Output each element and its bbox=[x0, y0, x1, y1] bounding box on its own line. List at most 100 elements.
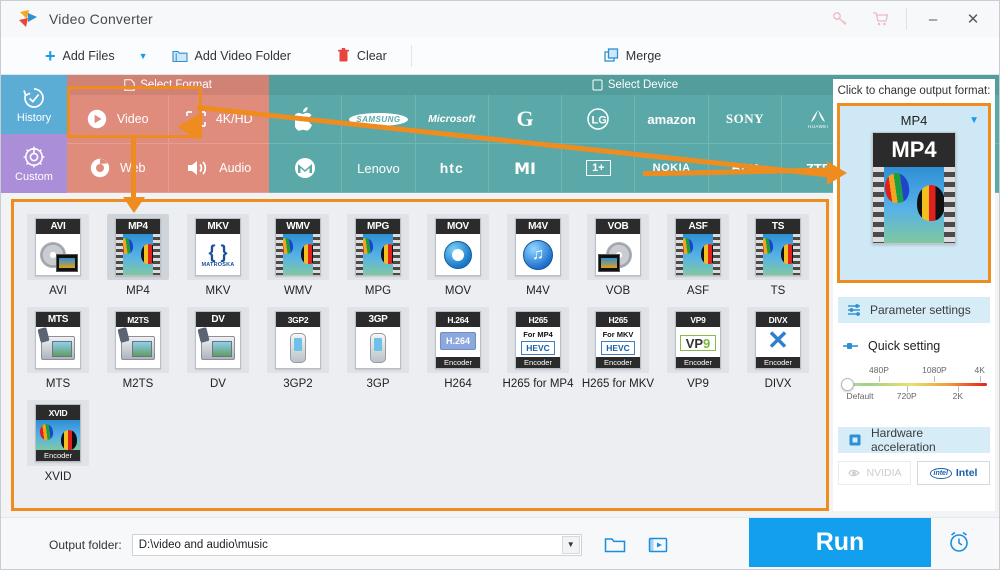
clear-label: Clear bbox=[356, 48, 387, 63]
format-caption: MP4 bbox=[126, 285, 150, 297]
format-badge: ASF bbox=[676, 219, 720, 234]
add-video-folder-label: Add Video Folder bbox=[194, 48, 291, 63]
format-item-h264[interactable]: H.264 H.264 Encoder H264 bbox=[418, 303, 498, 390]
format-item-mpg[interactable]: MPG MPG bbox=[338, 210, 418, 297]
format-tile-audio[interactable]: Audio bbox=[168, 144, 269, 193]
folder-icon[interactable] bbox=[604, 536, 626, 554]
format-item-3gp2[interactable]: 3GP2 3GP2 bbox=[258, 303, 338, 390]
add-files-button[interactable]: + Add Files bbox=[35, 37, 125, 75]
device-brand-google[interactable]: G bbox=[488, 95, 563, 144]
encoder-label: Encoder bbox=[36, 450, 80, 461]
format-tile-video-label: Video bbox=[116, 112, 149, 126]
quality-slider[interactable]: 480P 1080P 4K Default 720P 2K bbox=[841, 365, 987, 411]
format-item-3gp[interactable]: 3GP 3GP bbox=[338, 303, 418, 390]
device-brand-xiaomi[interactable]: MI bbox=[488, 144, 563, 193]
add-files-dropdown-caret[interactable]: ▼ bbox=[125, 51, 162, 61]
intel-icon: intel bbox=[929, 467, 952, 479]
key-icon[interactable] bbox=[820, 1, 860, 37]
intel-accelerator-button[interactable]: intel Intel bbox=[917, 461, 990, 485]
hevc-for-label: For MKV bbox=[602, 329, 634, 339]
run-button[interactable]: Run bbox=[749, 518, 931, 567]
slider-knob[interactable] bbox=[841, 378, 854, 391]
output-format-row[interactable]: MP4 ▼ bbox=[840, 106, 988, 132]
slider-top-labels: 480P 1080P 4K bbox=[841, 365, 987, 377]
format-item-mov[interactable]: MOV MOV bbox=[418, 210, 498, 297]
output-folder-dropdown-caret[interactable]: ▼ bbox=[561, 535, 580, 554]
device-brand-motorola[interactable] bbox=[269, 144, 343, 193]
format-item-xvid[interactable]: XVID Encoder XVID bbox=[18, 396, 98, 483]
output-folder-input[interactable]: D:\video and audio\music ▼ bbox=[131, 533, 582, 556]
device-brand-lg[interactable]: LG bbox=[562, 95, 636, 144]
format-tile-video[interactable]: Video bbox=[67, 95, 169, 144]
nvidia-icon bbox=[847, 468, 862, 478]
parameter-settings-button[interactable]: Parameter settings bbox=[838, 297, 990, 323]
device-brand-sony[interactable]: SONY bbox=[708, 95, 783, 144]
format-item-wmv[interactable]: WMV WMV bbox=[258, 210, 338, 297]
slider-track[interactable] bbox=[841, 383, 987, 386]
device-brand-amazon[interactable]: amazon bbox=[635, 95, 709, 144]
format-item-ts[interactable]: TS TS bbox=[738, 210, 818, 297]
format-tile-web-label: Web bbox=[120, 161, 146, 175]
output-format-preview-label: MP4 bbox=[873, 133, 955, 167]
select-device-title: Select Device bbox=[607, 79, 679, 91]
format-item-m4v[interactable]: M4V ♫ M4V bbox=[498, 210, 578, 297]
sliders-icon bbox=[847, 303, 863, 317]
sidebar-item-custom[interactable]: Custom bbox=[1, 134, 67, 193]
close-button[interactable]: ✕ bbox=[953, 1, 993, 37]
merge-button[interactable]: Merge bbox=[594, 37, 671, 75]
format-caption: DIVX bbox=[764, 378, 792, 390]
output-format-card[interactable]: MP4 ▼ MP4 bbox=[837, 103, 991, 283]
format-item-h265-mp4[interactable]: H265 For MP4 HEVC Encoder H265 for MP4 bbox=[498, 303, 578, 390]
chevron-down-icon[interactable]: ▼ bbox=[969, 115, 979, 126]
title-bar-controls: – ✕ bbox=[820, 1, 999, 37]
device-brand-lenovo[interactable]: Lenovo bbox=[342, 144, 416, 193]
format-item-avi[interactable]: AVI AVI bbox=[18, 210, 98, 297]
alarm-clock-icon[interactable] bbox=[947, 530, 971, 554]
left-mode-sidebar: History Custom bbox=[1, 75, 67, 193]
device-brand-oneplus[interactable]: 1+ bbox=[562, 144, 636, 193]
format-item-vob[interactable]: VOB VOB bbox=[578, 210, 658, 297]
hardware-acceleration-button[interactable]: Hardware acceleration bbox=[838, 426, 990, 454]
device-brand-apple[interactable] bbox=[269, 95, 343, 144]
format-item-m2ts[interactable]: M2TS M2TS bbox=[98, 303, 178, 390]
oneplus-icon: 1+ bbox=[586, 160, 611, 176]
format-item-mp4[interactable]: MP4 MP4 bbox=[98, 210, 178, 297]
format-item-mkv[interactable]: MKV { } MATROSKA MKV bbox=[178, 210, 258, 297]
slider-handle-icon bbox=[842, 341, 860, 351]
format-caption: 3GP bbox=[366, 378, 390, 390]
format-badge: TS bbox=[756, 219, 800, 234]
minimize-button[interactable]: – bbox=[913, 1, 953, 37]
device-brand-blu[interactable]: BLU bbox=[708, 144, 783, 193]
sidebar-item-history[interactable]: History bbox=[1, 75, 67, 134]
format-tile-row-2: Web Audio bbox=[67, 144, 269, 193]
format-item-h265-mkv[interactable]: H265 For MKV HEVC Encoder H265 for MKV bbox=[578, 303, 658, 390]
device-brand-htc[interactable]: htc bbox=[415, 144, 489, 193]
folder-plus-icon bbox=[171, 49, 188, 63]
cart-icon[interactable] bbox=[860, 1, 900, 37]
format-tile-4k-hd[interactable]: 4K/HD bbox=[168, 95, 269, 144]
format-caption: WMV bbox=[283, 285, 313, 297]
clear-button[interactable]: Clear bbox=[327, 37, 397, 75]
device-brand-microsoft[interactable]: Microsoft bbox=[415, 95, 489, 144]
output-folder-label: Output folder: bbox=[49, 537, 122, 552]
format-caption: TS bbox=[770, 285, 786, 297]
format-item-dv[interactable]: DV DV bbox=[178, 303, 258, 390]
format-tile-web[interactable]: Web bbox=[67, 144, 169, 193]
title-bar: Video Converter – ✕ bbox=[1, 1, 999, 37]
device-brand-nokia[interactable]: NOKIA bbox=[635, 144, 709, 193]
slider-label-default: Default bbox=[846, 391, 874, 401]
format-item-mts[interactable]: MTS MTS bbox=[18, 303, 98, 390]
device-brand-samsung[interactable]: SAMSUNG bbox=[342, 95, 416, 144]
nvidia-accelerator-button[interactable]: NVIDIA bbox=[838, 461, 911, 485]
blu-icon: BLU bbox=[731, 160, 759, 176]
add-video-folder-button[interactable]: Add Video Folder bbox=[162, 37, 301, 75]
format-item-vp9[interactable]: VP9 VP 9 Encoder VP9 bbox=[658, 303, 738, 390]
format-grid: AVI AVI MP4 MP4 MKV { } MATROSKA MKV WMV… bbox=[14, 202, 826, 487]
hardware-acceleration-label: Hardware acceleration bbox=[871, 426, 936, 454]
format-caption: 3GP2 bbox=[283, 378, 313, 390]
video-folder-icon[interactable] bbox=[648, 536, 668, 554]
slider-bottom-labels: Default 720P 2K bbox=[841, 391, 987, 403]
format-item-divx[interactable]: DIVX ✕ Encoder DIVX bbox=[738, 303, 818, 390]
hevc-badge: HEVC bbox=[601, 340, 635, 355]
format-item-asf[interactable]: ASF ASF bbox=[658, 210, 738, 297]
